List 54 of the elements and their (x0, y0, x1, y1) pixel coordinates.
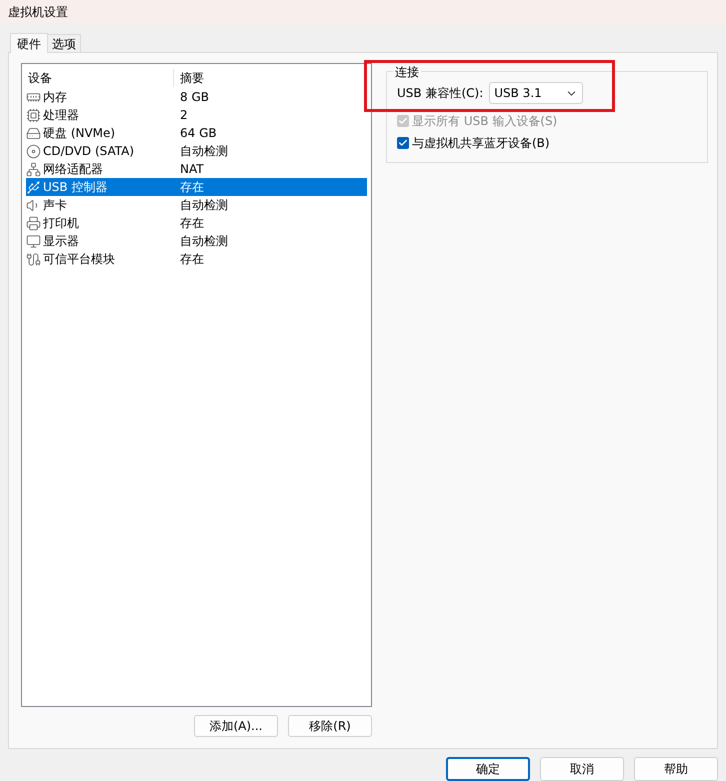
device-row[interactable]: 处理器 2 (26, 106, 367, 124)
list-button[interactable]: 移除(R) (288, 715, 372, 737)
drive-icon (26, 126, 41, 140)
dialog-button[interactable]: 确定 (446, 757, 530, 781)
device-name: USB 控制器 (43, 179, 108, 196)
field-label: USB 兼容性(C): (397, 85, 484, 102)
tab[interactable]: 选项 (48, 34, 81, 52)
column-header[interactable]: 设备 (22, 69, 174, 87)
device-row[interactable]: 可信平台模块 存在 (26, 250, 367, 268)
device-row[interactable]: 显示器 自动检测 (26, 232, 367, 250)
device-row[interactable]: 打印机 存在 (26, 214, 367, 232)
device-summary: 存在 (180, 179, 204, 196)
device-row[interactable]: USB 控制器 存在 (26, 178, 367, 196)
device-row[interactable]: 声卡 自动检测 (26, 196, 367, 214)
device-name: 可信平台模块 (43, 251, 115, 268)
device-summary: 2 (180, 107, 188, 124)
cable-icon (26, 252, 41, 266)
printer-icon (26, 216, 41, 230)
disc-icon (26, 144, 41, 158)
device-name: CD/DVD (SATA) (43, 143, 134, 160)
device-name: 显示器 (43, 233, 79, 250)
device-name: 处理器 (43, 107, 79, 124)
usb-icon (26, 180, 41, 194)
device-row[interactable]: 硬盘 (NVMe) 64 GB (26, 124, 367, 142)
device-summary: NAT (180, 161, 204, 178)
group-title: 连接 (393, 63, 421, 81)
device-summary: 存在 (180, 215, 204, 232)
device-summary: 8 GB (180, 89, 209, 106)
device-summary: 自动检测 (180, 233, 228, 250)
window-title: 虚拟机设置 (8, 4, 68, 21)
device-name: 打印机 (43, 215, 79, 232)
compat-dropdown[interactable]: USB 3.1 (489, 82, 584, 104)
chip-icon (26, 108, 41, 122)
device-name: 声卡 (43, 197, 67, 214)
device-summary: 存在 (180, 251, 204, 268)
device-row[interactable]: 内存 8 GB (26, 88, 367, 106)
device-summary: 自动检测 (180, 143, 228, 160)
dialog-button[interactable]: 帮助 (634, 757, 718, 781)
device-summary: 64 GB (180, 125, 217, 142)
device-name: 硬盘 (NVMe) (43, 125, 116, 142)
network-icon (26, 162, 41, 176)
device-name: 网络适配器 (43, 161, 103, 178)
device-summary: 自动检测 (180, 197, 228, 214)
checkbox[interactable] (397, 137, 409, 149)
tab[interactable]: 硬件 (10, 33, 48, 53)
monitor-icon (26, 234, 41, 248)
dialog-button[interactable]: 取消 (540, 757, 624, 781)
checkbox-label: 显示所有 USB 输入设备(S) (412, 113, 558, 130)
device-row[interactable]: 网络适配器 NAT (26, 160, 367, 178)
checkbox-label: 与虚拟机共享蓝牙设备(B) (412, 135, 550, 152)
device-name: 内存 (43, 89, 67, 106)
list-button[interactable]: 添加(A)... (194, 715, 278, 737)
column-header[interactable]: 摘要 (174, 69, 204, 87)
device-row[interactable]: CD/DVD (SATA) 自动检测 (26, 142, 367, 160)
